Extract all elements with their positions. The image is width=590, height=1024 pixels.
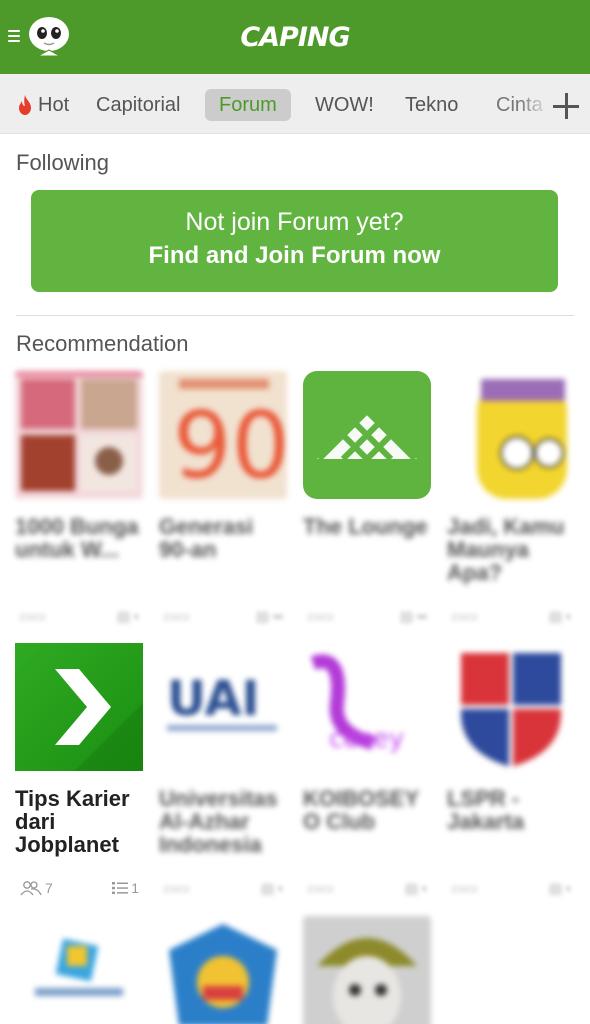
forum-stats: ▭▭ ▤ ▪▪ <box>303 608 433 628</box>
forum-title: Universitas Al-Azhar Indonesia <box>159 786 278 857</box>
forum-title: Generasi 90-an <box>159 514 254 562</box>
forum-card[interactable]: The Lounge <box>303 371 433 538</box>
forum-stats: 7 1 <box>15 880 145 900</box>
forum-stats: ▭▭ ▤ ▪ <box>447 880 577 900</box>
recommendation-heading: Recommendation <box>16 331 189 356</box>
tab-tekno[interactable]: Tekno <box>405 90 458 120</box>
forum-thumbnail: 90 <box>159 371 287 499</box>
forum-thumbnail <box>447 371 575 499</box>
forum-card[interactable] <box>159 916 289 1024</box>
forum-title: 1000 Bunga untuk W... <box>15 514 139 562</box>
forum-card[interactable] <box>15 916 145 1024</box>
forum-card[interactable]: LSPR - Jakarta <box>447 643 577 833</box>
forum-title: KOIBOSEY O Club <box>303 786 419 834</box>
tab-forum[interactable]: Forum <box>205 89 291 121</box>
svg-text:UAI: UAI <box>167 671 260 727</box>
tab-hot-label: Hot <box>38 94 70 116</box>
forum-stats: ▭▭ ▤ ▪▪ <box>159 608 289 628</box>
forum-thumbnail: UAI <box>159 643 287 771</box>
forum-thumbnail <box>447 643 575 771</box>
posts-count: ▤ ▪ <box>548 880 571 896</box>
posts-count: ▤ ▪ <box>260 880 283 896</box>
svg-text:90: 90 <box>173 392 287 499</box>
forum-title: Jadi, Kamu Maunya Apa? <box>447 514 565 585</box>
forum-thumbnail: cosey <box>303 643 431 771</box>
members-count: ▭▭ <box>307 608 334 624</box>
posts-count: ▤ ▪ <box>404 880 427 896</box>
add-tab-plus-icon[interactable] <box>550 90 582 122</box>
following-heading: Following <box>16 150 109 175</box>
join-action-text: Find and Join Forum now <box>148 242 441 269</box>
posts-value: 1 <box>131 880 139 896</box>
tab-wow[interactable]: WOW! <box>315 90 374 120</box>
forum-card[interactable]: 90 Generasi 90-an <box>159 371 289 561</box>
forum-thumbnail <box>15 371 143 499</box>
members-count: 7 <box>19 880 53 896</box>
forum-thumbnail <box>15 643 143 771</box>
members-count: ▭▭ <box>451 608 478 624</box>
posts-list-icon <box>112 882 129 895</box>
forum-card[interactable]: 1000 Bunga untuk W... <box>15 371 145 561</box>
posts-count: 1 <box>112 880 139 896</box>
forum-stats: ▭▭ ▤ ▪ <box>159 880 289 900</box>
app-header: CAPING <box>0 0 590 74</box>
forum-card[interactable]: Tips Karier dari Jobplanet <box>15 643 145 856</box>
forum-stats: ▭▭ ▤ ▪ <box>303 880 433 900</box>
fire-icon <box>19 95 31 115</box>
posts-count: ▤ ▪ <box>548 608 571 624</box>
members-count: ▭▭ <box>163 608 190 624</box>
forum-thumbnail <box>303 916 431 1024</box>
posts-count: ▤ ▪▪ <box>255 608 283 624</box>
section-divider <box>16 315 574 316</box>
posts-count: ▤ ▪ <box>116 608 139 624</box>
forum-thumbnail <box>303 371 431 499</box>
join-prompt-text: Not join Forum yet? <box>185 208 404 236</box>
forum-card[interactable]: Jadi, Kamu Maunya Apa? <box>447 371 577 584</box>
members-count: ▭▭ <box>163 880 190 896</box>
app-logo-text: CAPING <box>240 22 350 53</box>
forum-card[interactable]: cosey KOIBOSEY O Club <box>303 643 433 833</box>
forum-card[interactable]: UAI Universitas Al-Azhar Indonesia <box>159 643 289 856</box>
forum-title: LSPR - Jakarta <box>447 786 525 834</box>
forum-card[interactable] <box>303 916 433 1024</box>
members-count: ▭▭ <box>451 880 478 896</box>
forum-stats: ▭▭ ▤ ▪ <box>447 608 577 628</box>
forum-thumbnail <box>159 916 287 1024</box>
members-count: ▭▭ <box>307 880 334 896</box>
tab-capitorial[interactable]: Capitorial <box>96 90 180 120</box>
members-count: ▭▭ <box>19 608 46 624</box>
forum-title: Tips Karier dari Jobplanet <box>15 786 130 857</box>
forum-title: The Lounge <box>303 514 428 539</box>
tab-fade <box>520 74 550 133</box>
forum-stats: ▭▭ ▤ ▪ <box>15 608 145 628</box>
members-icon <box>20 881 42 896</box>
forum-thumbnail <box>15 916 143 1024</box>
category-tab-bar: Hot Capitorial Forum WOW! Tekno Cinta <box>0 74 590 134</box>
find-join-forum-button[interactable]: Not join Forum yet? Find and Join Forum … <box>31 190 558 292</box>
members-value: 7 <box>45 880 53 896</box>
svg-text:cosey: cosey <box>329 724 404 754</box>
posts-count: ▤ ▪▪ <box>399 608 427 624</box>
tab-hot[interactable]: Hot <box>16 90 69 120</box>
